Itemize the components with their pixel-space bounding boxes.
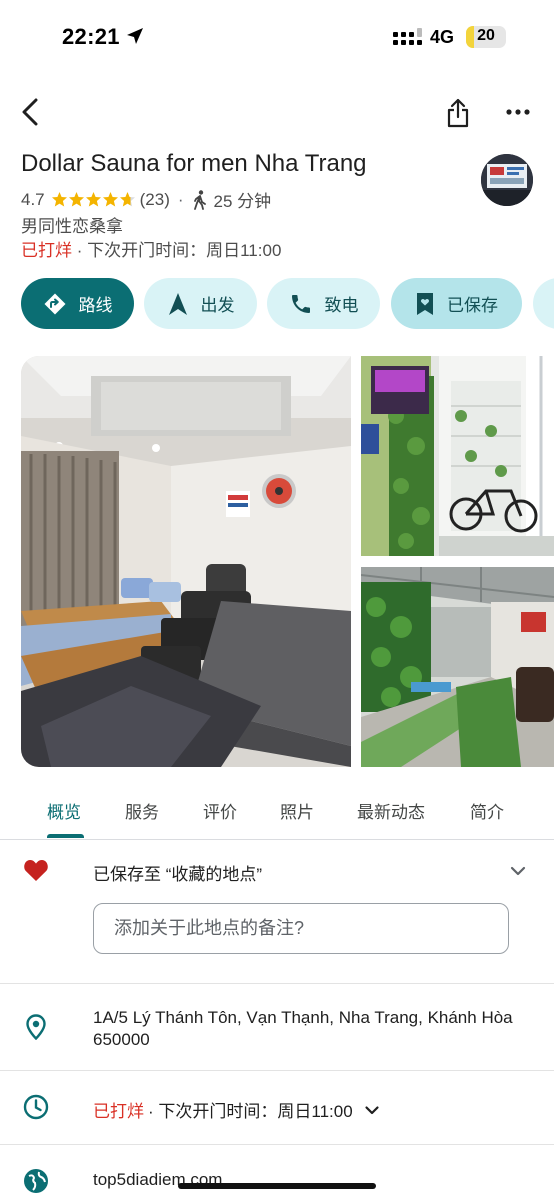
divider (0, 983, 554, 984)
tab-services[interactable]: 服务 (125, 798, 159, 823)
walk-time: 25 分钟 (213, 192, 272, 211)
status-time: 22:21 (62, 24, 120, 49)
call-label: 致电 (324, 296, 359, 315)
directions-label: 路线 (78, 296, 113, 315)
entrance-photo (361, 356, 554, 556)
active-tab-indicator (47, 834, 84, 838)
hours-closed-label: 已打烊 (93, 1102, 144, 1121)
tab-photos[interactable]: 照片 (280, 798, 314, 823)
location-arrow-icon (127, 28, 143, 44)
divider (0, 1144, 554, 1145)
share-button[interactable] (442, 96, 474, 130)
next-open-time: · 下次开门时间：周日11:00 (76, 241, 282, 260)
divider (0, 1070, 554, 1071)
tab-about[interactable]: 简介 (470, 798, 504, 823)
status-bar: 22:21 4G 20 (0, 0, 554, 76)
heart-icon (24, 860, 48, 881)
place-title: Dollar Sauna for men Nha Trang (21, 150, 367, 177)
saved-list-label: 已保存至 “收藏的地点” (93, 865, 263, 884)
action-chips: 路线 出发 致电 已保存 (21, 278, 554, 330)
open-status: 已打烊 · 下次开门时间：周日11:00 (21, 236, 281, 261)
navigation-icon (168, 292, 187, 315)
start-button[interactable]: 出发 (144, 278, 257, 329)
network-type: 4G (430, 27, 455, 47)
back-button[interactable] (14, 96, 46, 128)
call-button[interactable]: 致电 (267, 278, 380, 329)
tab-updates[interactable]: 最新动态 (357, 798, 425, 823)
more-icon (506, 109, 530, 115)
photo-corridor[interactable] (361, 567, 554, 767)
rating-value: 4.7 (21, 189, 45, 209)
directions-button[interactable]: 路线 (21, 278, 134, 329)
share-icon (447, 98, 469, 128)
star-icon (68, 192, 84, 207)
rating-row[interactable]: 4.7 (23) · 25 分钟 (21, 187, 271, 212)
bookmark-icon (417, 292, 433, 315)
star-rating (51, 191, 136, 208)
globe-icon (24, 1169, 48, 1193)
place-thumbnail[interactable] (481, 154, 533, 206)
tab-reviews[interactable]: 评价 (203, 798, 237, 823)
phone-icon (291, 294, 310, 313)
more-actions-chip[interactable] (533, 278, 554, 329)
corridor-photo (361, 567, 554, 767)
section-tabs: 概览 服务 评价 照片 最新动态 简介 (0, 782, 554, 840)
home-indicator (178, 1183, 376, 1189)
chevron-down-icon[interactable] (508, 861, 528, 881)
separator-dot: · (177, 189, 184, 209)
hours-row[interactable]: 已打烊 · 下次开门时间：周日11:00 (93, 1097, 381, 1122)
sauna-room-photo (21, 356, 351, 767)
battery-level: 20 (477, 27, 495, 44)
photo-main[interactable] (21, 356, 351, 767)
thumbnail-image (481, 154, 533, 206)
tab-overview[interactable]: 概览 (47, 798, 81, 823)
star-icon (119, 192, 135, 207)
walk-icon (193, 189, 206, 210)
hours-next-open: · 下次开门时间：周日11:00 (148, 1102, 353, 1121)
directions-icon (44, 293, 65, 314)
star-icon (102, 192, 118, 207)
signal-icon (393, 28, 422, 45)
clock-icon (23, 1094, 49, 1120)
star-icon (85, 192, 101, 207)
location-pin-icon (26, 1014, 46, 1040)
saved-label: 已保存 (447, 296, 498, 315)
review-count: (23) (139, 189, 170, 209)
address-text[interactable]: 1A/5 Lý Thánh Tôn, Vạn Thạnh, Nha Trang,… (93, 1007, 523, 1051)
battery-indicator: 20 (466, 26, 506, 48)
more-options-button[interactable] (502, 96, 534, 128)
back-arrow-icon (22, 98, 38, 126)
note-input[interactable] (93, 903, 509, 954)
closed-label: 已打烊 (21, 241, 72, 260)
start-label: 出发 (200, 296, 235, 315)
photo-entrance[interactable] (361, 356, 554, 556)
saved-button[interactable]: 已保存 (391, 278, 522, 329)
star-icon (51, 192, 67, 207)
chevron-down-icon (365, 1105, 379, 1114)
place-category: 男同性恋桑拿 (21, 217, 123, 236)
